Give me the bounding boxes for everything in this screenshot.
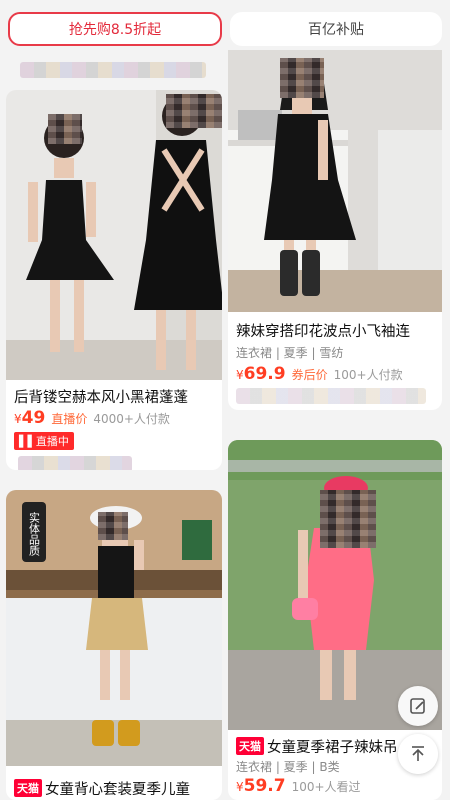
edit-button[interactable] bbox=[398, 686, 438, 726]
face-mosaic bbox=[320, 490, 376, 548]
buyer-count: 100+人看过 bbox=[291, 780, 361, 794]
price-tag: 券后价 bbox=[291, 368, 328, 382]
product-photo-2 bbox=[228, 50, 442, 312]
product-photo-1 bbox=[6, 90, 222, 380]
live-badge-label: 直播中 bbox=[35, 435, 69, 448]
subsidy-label: 百亿补贴 bbox=[308, 22, 364, 38]
face-mosaic bbox=[98, 512, 128, 540]
face-mosaic bbox=[166, 94, 222, 128]
buyer-count: 100+人付款 bbox=[333, 368, 403, 382]
buyer-count: 4000+人付款 bbox=[93, 412, 170, 426]
product-price: ¥69.9 bbox=[236, 364, 286, 384]
discount-presale-button[interactable]: 抢先购8.5折起 bbox=[8, 12, 222, 46]
blurred-text bbox=[18, 456, 132, 470]
product-card-1[interactable]: 后背镂空赫本风小黑裙蓬蓬 ¥49 直播价 4000+人付款 ▌▌直播中 bbox=[6, 90, 222, 470]
blurred-text bbox=[236, 388, 426, 404]
blurred-text bbox=[20, 62, 206, 78]
back-to-top-icon bbox=[412, 746, 424, 761]
product-title: 后背镂空赫本风小黑裙蓬蓬 bbox=[14, 390, 188, 406]
live-icon: ▌▌ bbox=[19, 435, 36, 448]
photo-badge: 实体品质 bbox=[22, 502, 46, 562]
product-tags: 连衣裙 | 夏季 | 雪纺 bbox=[236, 346, 344, 360]
live-badge[interactable]: ▌▌直播中 bbox=[14, 432, 74, 450]
back-to-top-button[interactable] bbox=[398, 734, 438, 774]
product-title: 天猫 女童背心套装夏季儿童 bbox=[14, 778, 216, 799]
product-card-2[interactable]: 辣妹穿搭印花波点小飞袖连 连衣裙 | 夏季 | 雪纺 ¥69.9 券后价 100… bbox=[228, 50, 442, 410]
face-mosaic bbox=[280, 58, 324, 98]
price-tag: 直播价 bbox=[51, 412, 88, 426]
tmall-badge: 天猫 bbox=[236, 737, 264, 755]
face-mosaic bbox=[48, 114, 82, 144]
subsidy-button[interactable]: 百亿补贴 bbox=[230, 12, 442, 46]
product-title: 辣妹穿搭印花波点小飞袖连 bbox=[236, 324, 410, 340]
product-price: ¥59.7 bbox=[236, 776, 286, 796]
product-price: ¥49 bbox=[14, 408, 46, 428]
tmall-badge: 天猫 bbox=[14, 779, 42, 797]
product-tags: 连衣裙 | 夏季 | B类 bbox=[236, 760, 340, 774]
edit-icon bbox=[410, 698, 425, 714]
discount-presale-label: 抢先购8.5折起 bbox=[68, 22, 162, 38]
